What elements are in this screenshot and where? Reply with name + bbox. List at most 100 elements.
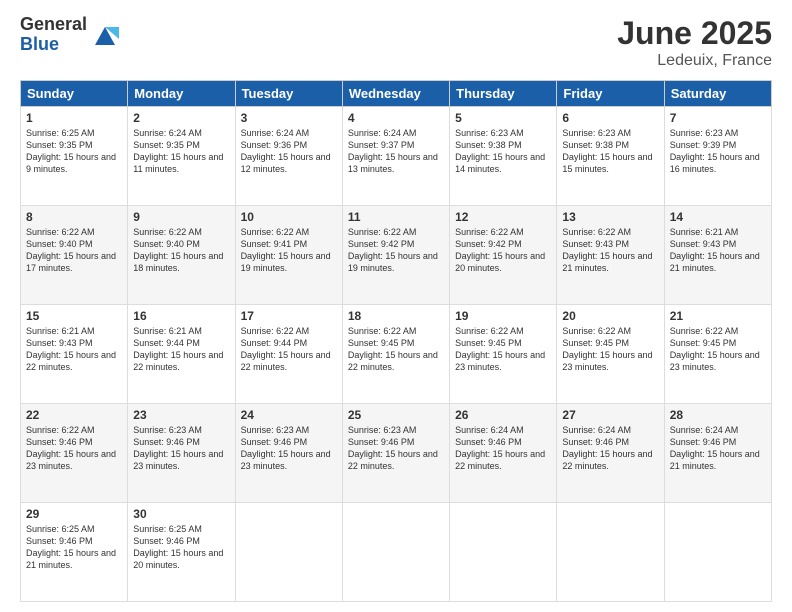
- day-info: Sunrise: 6:25 AMSunset: 9:46 PMDaylight:…: [133, 524, 223, 570]
- day-number: 27: [562, 408, 658, 422]
- calendar-cell: 6 Sunrise: 6:23 AMSunset: 9:38 PMDayligh…: [557, 107, 664, 206]
- calendar-cell: 21 Sunrise: 6:22 AMSunset: 9:45 PMDaylig…: [664, 305, 771, 404]
- calendar-cell: 11 Sunrise: 6:22 AMSunset: 9:42 PMDaylig…: [342, 206, 449, 305]
- day-info: Sunrise: 6:22 AMSunset: 9:44 PMDaylight:…: [241, 326, 331, 372]
- day-info: Sunrise: 6:22 AMSunset: 9:45 PMDaylight:…: [455, 326, 545, 372]
- day-info: Sunrise: 6:23 AMSunset: 9:39 PMDaylight:…: [670, 128, 760, 174]
- day-info: Sunrise: 6:22 AMSunset: 9:45 PMDaylight:…: [348, 326, 438, 372]
- day-info: Sunrise: 6:23 AMSunset: 9:46 PMDaylight:…: [348, 425, 438, 471]
- calendar-week-row: 29 Sunrise: 6:25 AMSunset: 9:46 PMDaylig…: [21, 503, 772, 602]
- calendar-cell: 30 Sunrise: 6:25 AMSunset: 9:46 PMDaylig…: [128, 503, 235, 602]
- day-info: Sunrise: 6:22 AMSunset: 9:40 PMDaylight:…: [133, 227, 223, 273]
- calendar-cell: 15 Sunrise: 6:21 AMSunset: 9:43 PMDaylig…: [21, 305, 128, 404]
- calendar-cell: 7 Sunrise: 6:23 AMSunset: 9:39 PMDayligh…: [664, 107, 771, 206]
- day-number: 7: [670, 111, 766, 125]
- col-tuesday: Tuesday: [235, 81, 342, 107]
- day-info: Sunrise: 6:22 AMSunset: 9:40 PMDaylight:…: [26, 227, 116, 273]
- calendar-cell: [557, 503, 664, 602]
- day-info: Sunrise: 6:23 AMSunset: 9:38 PMDaylight:…: [455, 128, 545, 174]
- day-number: 19: [455, 309, 551, 323]
- calendar-cell: [235, 503, 342, 602]
- calendar-cell: 10 Sunrise: 6:22 AMSunset: 9:41 PMDaylig…: [235, 206, 342, 305]
- calendar-cell: 12 Sunrise: 6:22 AMSunset: 9:42 PMDaylig…: [450, 206, 557, 305]
- day-number: 23: [133, 408, 229, 422]
- day-info: Sunrise: 6:22 AMSunset: 9:42 PMDaylight:…: [455, 227, 545, 273]
- calendar-cell: 1 Sunrise: 6:25 AMSunset: 9:35 PMDayligh…: [21, 107, 128, 206]
- day-number: 25: [348, 408, 444, 422]
- day-number: 2: [133, 111, 229, 125]
- day-info: Sunrise: 6:21 AMSunset: 9:43 PMDaylight:…: [670, 227, 760, 273]
- day-info: Sunrise: 6:22 AMSunset: 9:42 PMDaylight:…: [348, 227, 438, 273]
- day-info: Sunrise: 6:22 AMSunset: 9:45 PMDaylight:…: [670, 326, 760, 372]
- day-info: Sunrise: 6:24 AMSunset: 9:46 PMDaylight:…: [562, 425, 652, 471]
- day-number: 30: [133, 507, 229, 521]
- calendar-cell: 8 Sunrise: 6:22 AMSunset: 9:40 PMDayligh…: [21, 206, 128, 305]
- col-friday: Friday: [557, 81, 664, 107]
- day-info: Sunrise: 6:24 AMSunset: 9:46 PMDaylight:…: [455, 425, 545, 471]
- calendar-cell: 16 Sunrise: 6:21 AMSunset: 9:44 PMDaylig…: [128, 305, 235, 404]
- subtitle: Ledeuix, France: [617, 52, 772, 70]
- calendar-cell: 29 Sunrise: 6:25 AMSunset: 9:46 PMDaylig…: [21, 503, 128, 602]
- day-info: Sunrise: 6:22 AMSunset: 9:43 PMDaylight:…: [562, 227, 652, 273]
- day-number: 22: [26, 408, 122, 422]
- day-info: Sunrise: 6:23 AMSunset: 9:46 PMDaylight:…: [241, 425, 331, 471]
- day-number: 13: [562, 210, 658, 224]
- col-thursday: Thursday: [450, 81, 557, 107]
- day-number: 12: [455, 210, 551, 224]
- calendar-cell: 18 Sunrise: 6:22 AMSunset: 9:45 PMDaylig…: [342, 305, 449, 404]
- logo-text: General Blue: [20, 15, 87, 55]
- day-number: 15: [26, 309, 122, 323]
- day-number: 6: [562, 111, 658, 125]
- calendar-cell: 26 Sunrise: 6:24 AMSunset: 9:46 PMDaylig…: [450, 404, 557, 503]
- calendar-cell: [664, 503, 771, 602]
- day-info: Sunrise: 6:21 AMSunset: 9:43 PMDaylight:…: [26, 326, 116, 372]
- header: General Blue June 2025 Ledeuix, France: [20, 15, 772, 70]
- calendar-cell: 3 Sunrise: 6:24 AMSunset: 9:36 PMDayligh…: [235, 107, 342, 206]
- day-number: 28: [670, 408, 766, 422]
- calendar-cell: 5 Sunrise: 6:23 AMSunset: 9:38 PMDayligh…: [450, 107, 557, 206]
- day-number: 3: [241, 111, 337, 125]
- calendar-cell: 20 Sunrise: 6:22 AMSunset: 9:45 PMDaylig…: [557, 305, 664, 404]
- day-info: Sunrise: 6:23 AMSunset: 9:46 PMDaylight:…: [133, 425, 223, 471]
- calendar-header-row: Sunday Monday Tuesday Wednesday Thursday…: [21, 81, 772, 107]
- day-number: 14: [670, 210, 766, 224]
- col-saturday: Saturday: [664, 81, 771, 107]
- day-number: 10: [241, 210, 337, 224]
- calendar-cell: 22 Sunrise: 6:22 AMSunset: 9:46 PMDaylig…: [21, 404, 128, 503]
- day-info: Sunrise: 6:25 AMSunset: 9:35 PMDaylight:…: [26, 128, 116, 174]
- calendar-cell: 19 Sunrise: 6:22 AMSunset: 9:45 PMDaylig…: [450, 305, 557, 404]
- page: General Blue June 2025 Ledeuix, France S…: [0, 0, 792, 612]
- calendar-cell: 27 Sunrise: 6:24 AMSunset: 9:46 PMDaylig…: [557, 404, 664, 503]
- calendar-week-row: 15 Sunrise: 6:21 AMSunset: 9:43 PMDaylig…: [21, 305, 772, 404]
- calendar-cell: 28 Sunrise: 6:24 AMSunset: 9:46 PMDaylig…: [664, 404, 771, 503]
- day-info: Sunrise: 6:25 AMSunset: 9:46 PMDaylight:…: [26, 524, 116, 570]
- logo: General Blue: [20, 15, 119, 55]
- day-number: 24: [241, 408, 337, 422]
- col-sunday: Sunday: [21, 81, 128, 107]
- calendar-cell: 13 Sunrise: 6:22 AMSunset: 9:43 PMDaylig…: [557, 206, 664, 305]
- col-wednesday: Wednesday: [342, 81, 449, 107]
- day-info: Sunrise: 6:24 AMSunset: 9:37 PMDaylight:…: [348, 128, 438, 174]
- day-number: 5: [455, 111, 551, 125]
- day-number: 8: [26, 210, 122, 224]
- calendar-cell: 25 Sunrise: 6:23 AMSunset: 9:46 PMDaylig…: [342, 404, 449, 503]
- day-number: 26: [455, 408, 551, 422]
- day-number: 1: [26, 111, 122, 125]
- day-info: Sunrise: 6:23 AMSunset: 9:38 PMDaylight:…: [562, 128, 652, 174]
- title-block: June 2025 Ledeuix, France: [617, 15, 772, 70]
- day-number: 4: [348, 111, 444, 125]
- calendar-week-row: 8 Sunrise: 6:22 AMSunset: 9:40 PMDayligh…: [21, 206, 772, 305]
- logo-icon: [91, 21, 119, 49]
- day-number: 18: [348, 309, 444, 323]
- day-info: Sunrise: 6:24 AMSunset: 9:46 PMDaylight:…: [670, 425, 760, 471]
- day-number: 29: [26, 507, 122, 521]
- day-info: Sunrise: 6:22 AMSunset: 9:46 PMDaylight:…: [26, 425, 116, 471]
- calendar-cell: [450, 503, 557, 602]
- calendar-week-row: 1 Sunrise: 6:25 AMSunset: 9:35 PMDayligh…: [21, 107, 772, 206]
- day-info: Sunrise: 6:21 AMSunset: 9:44 PMDaylight:…: [133, 326, 223, 372]
- calendar-cell: 2 Sunrise: 6:24 AMSunset: 9:35 PMDayligh…: [128, 107, 235, 206]
- calendar-cell: 17 Sunrise: 6:22 AMSunset: 9:44 PMDaylig…: [235, 305, 342, 404]
- calendar-cell: 4 Sunrise: 6:24 AMSunset: 9:37 PMDayligh…: [342, 107, 449, 206]
- calendar-week-row: 22 Sunrise: 6:22 AMSunset: 9:46 PMDaylig…: [21, 404, 772, 503]
- calendar-cell: 23 Sunrise: 6:23 AMSunset: 9:46 PMDaylig…: [128, 404, 235, 503]
